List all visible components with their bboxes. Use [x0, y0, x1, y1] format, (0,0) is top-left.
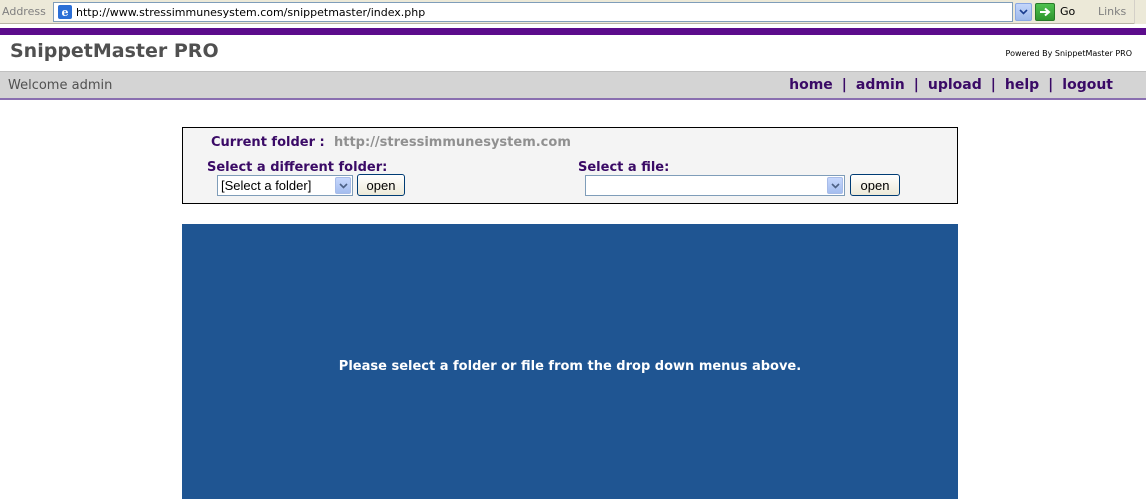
go-button[interactable] — [1035, 3, 1055, 21]
folder-select[interactable]: [Select a folder] — [217, 175, 353, 196]
file-select-arrow[interactable] — [827, 177, 843, 194]
address-url: http://www.stressimmunesystem.com/snippe… — [76, 5, 426, 19]
file-select[interactable] — [585, 175, 845, 196]
go-label[interactable]: Go — [1060, 5, 1075, 18]
folder-select-label: Select a different folder: — [207, 160, 388, 175]
current-folder-label: Current folder : — [211, 135, 325, 150]
chevron-down-icon — [830, 182, 840, 189]
folder-open-button[interactable]: open — [357, 174, 405, 196]
nav-help-link[interactable]: help — [1005, 77, 1039, 93]
nav-upload-link[interactable]: upload — [928, 77, 982, 93]
nav-home-link[interactable]: home — [789, 77, 833, 93]
welcome-text: Welcome admin — [8, 78, 113, 93]
main-nav: home | admin | upload | help | logout — [789, 77, 1113, 93]
internet-explorer-icon: e — [57, 4, 73, 20]
content-area: Please select a folder or file from the … — [182, 224, 958, 499]
current-folder-value: http://stressimmunesystem.com — [334, 135, 571, 150]
instruction-message: Please select a folder or file from the … — [338, 359, 802, 374]
header-accent-bar — [0, 28, 1146, 35]
address-dropdown-button[interactable] — [1015, 3, 1032, 21]
app-title: SnippetMaster PRO — [10, 40, 219, 62]
links-label[interactable]: Links — [1098, 5, 1126, 18]
browser-address-bar: Address e http://www.stressimmunesystem.… — [0, 0, 1146, 24]
chevron-down-icon — [1019, 9, 1028, 15]
folder-select-value: [Select a folder] — [221, 178, 312, 193]
address-label: Address — [2, 5, 46, 18]
nav-admin-link[interactable]: admin — [856, 77, 905, 93]
folder-select-arrow[interactable] — [335, 177, 351, 194]
file-select-label: Select a file: — [578, 160, 670, 175]
file-open-button[interactable]: open — [850, 174, 900, 196]
address-input[interactable]: e http://www.stressimmunesystem.com/snip… — [53, 2, 1013, 22]
arrow-right-icon — [1040, 7, 1051, 17]
powered-by: Powered By SnippetMaster PRO — [1005, 49, 1132, 58]
nav-bar: Welcome admin home | admin | upload | help | log… — [0, 71, 1146, 100]
nav-logout-link[interactable]: logout — [1062, 77, 1113, 93]
chevron-down-icon — [338, 182, 348, 189]
scrollbar[interactable] — [1134, 0, 1146, 24]
folder-file-selector-panel: Current folder : http://stressimmunesyst… — [182, 127, 958, 204]
svg-text:e: e — [62, 6, 69, 19]
